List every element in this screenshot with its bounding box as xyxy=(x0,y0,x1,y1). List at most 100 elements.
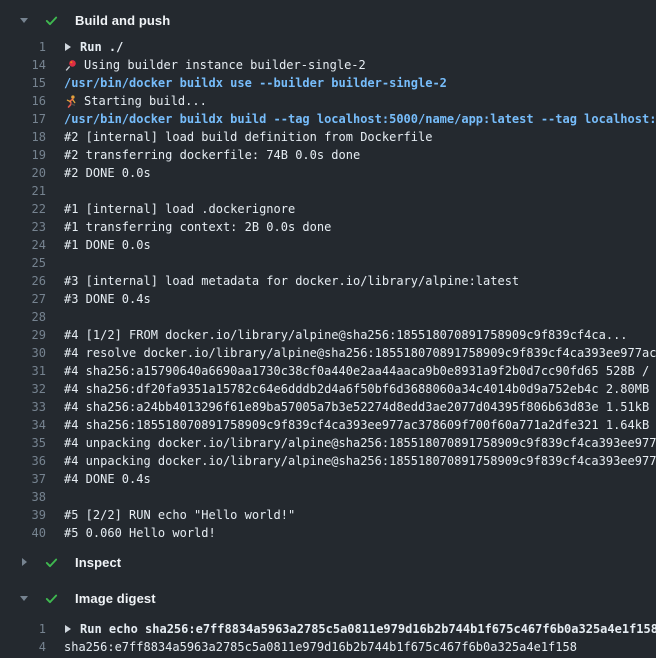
line-number[interactable]: 16 xyxy=(0,92,46,110)
log-line: 4 sha256:e7ff8834a5963a2785c5a0811e979d16… xyxy=(0,638,656,656)
log-text: Run echo sha256:e7ff8834a5963a2785c5a081… xyxy=(80,620,656,638)
line-number[interactable]: 23 xyxy=(0,218,46,236)
run-group-line[interactable]: Run ./ xyxy=(64,38,123,56)
line-number[interactable]: 17 xyxy=(0,110,46,128)
log-line: 1 Run echo sha256:e7ff8834a5963a2785c5a08… xyxy=(0,620,656,638)
chevron-right-icon xyxy=(19,557,29,567)
log-text: #2 transferring dockerfile: 74B 0.0s don… xyxy=(64,146,360,164)
check-icon xyxy=(44,13,59,28)
log-line: 29 #4 [1/2] FROM docker.io/library/alpine… xyxy=(0,326,656,344)
output-line: #1 DONE 0.0s xyxy=(64,236,151,254)
line-number[interactable]: 38 xyxy=(0,488,46,506)
line-number[interactable]: 25 xyxy=(0,254,46,272)
line-number[interactable]: 36 xyxy=(0,452,46,470)
section-title: Image digest xyxy=(75,591,156,606)
section-header-inspect[interactable]: Inspect xyxy=(0,551,656,573)
output-line: #3 DONE 0.4s xyxy=(64,290,151,308)
log-text: #4 unpacking docker.io/library/alpine@sh… xyxy=(64,434,656,452)
log-line: 25 xyxy=(0,254,656,272)
log-line: 37#4 DONE 0.4s xyxy=(0,470,656,488)
line-number[interactable]: 18 xyxy=(0,128,46,146)
output-line: #5 [2/2] RUN echo "Hello world!" xyxy=(64,506,295,524)
output-line: #2 [internal] load build definition from… xyxy=(64,128,432,146)
section-header-build-and-push[interactable]: Build and push xyxy=(0,8,656,32)
output-line: #4 sha256:a24bb4013296f61e89ba57005a7b3e… xyxy=(64,398,656,416)
log-line: 40#5 0.060 Hello world! xyxy=(0,524,656,542)
line-number[interactable]: 20 xyxy=(0,164,46,182)
line-number[interactable]: 21 xyxy=(0,182,46,200)
output-line: #4 sha256:185518070891758909c9f839cf4ca3… xyxy=(64,416,656,434)
log-block-image-digest: 1 Run echo sha256:e7ff8834a5963a2785c5a08… xyxy=(0,620,656,656)
chevron-right-icon xyxy=(64,42,72,52)
line-number[interactable]: 14 xyxy=(0,56,46,74)
log-text: Using builder instance builder-single-2 xyxy=(84,56,366,74)
log-block-build-and-push: 1Run ./14 Using builder instance builder… xyxy=(0,38,656,542)
log-line: 14 Using builder instance builder-single… xyxy=(0,56,656,74)
line-number[interactable]: 26 xyxy=(0,272,46,290)
chevron-down-icon xyxy=(19,593,29,603)
log-line: 39 #5 [2/2] RUN echo "Hello world!" xyxy=(0,506,656,524)
line-number[interactable]: 40 xyxy=(0,524,46,542)
line-number[interactable]: 32 xyxy=(0,380,46,398)
log-viewer: Build and push1Run ./14 Using builder in… xyxy=(0,8,656,656)
line-number[interactable]: 29 xyxy=(0,326,46,344)
output-line: #1 [internal] load .dockerignore xyxy=(64,200,295,218)
line-number[interactable]: 33 xyxy=(0,398,46,416)
log-text: #1 [internal] load .dockerignore xyxy=(64,200,295,218)
run-group-line[interactable]: Run echo sha256:e7ff8834a5963a2785c5a081… xyxy=(64,620,656,638)
log-line: 21 xyxy=(0,182,656,200)
line-number[interactable]: 22 xyxy=(0,200,46,218)
log-line: 31 #4 sha256:a15790640a6690aa1730c38cf0a4… xyxy=(0,362,656,380)
line-number[interactable]: 19 xyxy=(0,146,46,164)
line-number[interactable]: 4 xyxy=(0,638,46,656)
log-text: #1 DONE 0.0s xyxy=(64,236,151,254)
log-line: 35 #4 unpacking docker.io/library/alpine@… xyxy=(0,434,656,452)
command-line: /usr/bin/docker buildx build --tag local… xyxy=(64,110,656,128)
log-line: 27 #3 DONE 0.4s xyxy=(0,290,656,308)
output-line: #4 [1/2] FROM docker.io/library/alpine@s… xyxy=(64,326,628,344)
log-text: #4 resolve docker.io/library/alpine@sha2… xyxy=(64,344,656,362)
log-line: 16 Starting build... xyxy=(0,92,656,110)
output-line: #4 resolve docker.io/library/alpine@sha2… xyxy=(64,344,656,362)
line-number[interactable]: 27 xyxy=(0,290,46,308)
output-line: Starting build... xyxy=(64,92,207,110)
runner-icon xyxy=(64,95,77,108)
log-line: 19 #2 transferring dockerfile: 74B 0.0s d… xyxy=(0,146,656,164)
chevron-right-icon xyxy=(64,624,72,634)
command-line: /usr/bin/docker buildx use --builder bui… xyxy=(64,74,447,92)
log-line: 36 #4 unpacking docker.io/library/alpine@… xyxy=(0,452,656,470)
log-line: 18 #2 [internal] load build definition fr… xyxy=(0,128,656,146)
line-number[interactable]: 15 xyxy=(0,74,46,92)
log-text: #4 sha256:a24bb4013296f61e89ba57005a7b3e… xyxy=(64,398,656,416)
line-number[interactable]: 30 xyxy=(0,344,46,362)
section-header-image-digest[interactable]: Image digest xyxy=(0,587,656,609)
log-text: sha256:e7ff8834a5963a2785c5a0811e979d16b… xyxy=(64,638,577,656)
output-line: #4 unpacking docker.io/library/alpine@sh… xyxy=(64,434,656,452)
log-text: #2 [internal] load build definition from… xyxy=(64,128,432,146)
output-line: #4 unpacking docker.io/library/alpine@sh… xyxy=(64,452,656,470)
log-line: 23 #1 transferring context: 2B 0.0s done xyxy=(0,218,656,236)
log-line: 38 xyxy=(0,488,656,506)
line-number[interactable]: 1 xyxy=(0,620,46,638)
log-line: 33 #4 sha256:a24bb4013296f61e89ba57005a7b… xyxy=(0,398,656,416)
check-icon xyxy=(44,555,59,570)
line-number[interactable]: 1 xyxy=(0,38,46,56)
log-text: Starting build... xyxy=(84,92,207,110)
log-text: #4 [1/2] FROM docker.io/library/alpine@s… xyxy=(64,326,628,344)
log-text: #1 transferring context: 2B 0.0s done xyxy=(64,218,331,236)
section-title: Inspect xyxy=(75,555,121,570)
line-number[interactable]: 35 xyxy=(0,434,46,452)
line-number[interactable]: 28 xyxy=(0,308,46,326)
output-line: #1 transferring context: 2B 0.0s done xyxy=(64,218,331,236)
log-text: /usr/bin/docker buildx build --tag local… xyxy=(64,110,656,128)
line-number[interactable]: 34 xyxy=(0,416,46,434)
output-line: #4 sha256:a15790640a6690aa1730c38cf0a440… xyxy=(64,362,656,380)
line-number[interactable]: 24 xyxy=(0,236,46,254)
output-line: Using builder instance builder-single-2 xyxy=(64,56,366,74)
line-number[interactable]: 39 xyxy=(0,506,46,524)
check-icon xyxy=(44,591,59,606)
line-number[interactable]: 37 xyxy=(0,470,46,488)
line-number[interactable]: 31 xyxy=(0,362,46,380)
log-line: 15/usr/bin/docker buildx use --builder b… xyxy=(0,74,656,92)
log-text: #2 DONE 0.0s xyxy=(64,164,151,182)
